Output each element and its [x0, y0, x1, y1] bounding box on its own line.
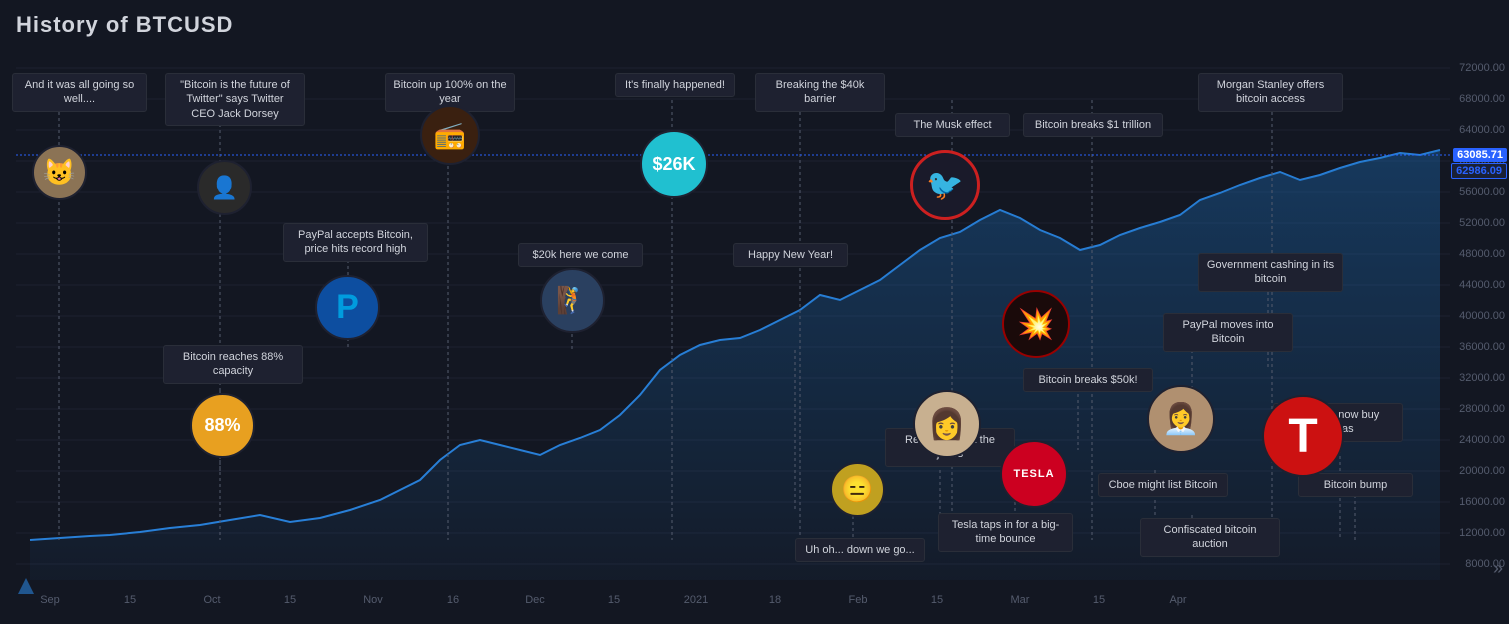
circle-icon-cat: 😺 [32, 145, 87, 200]
circle-icon-88pct: 88% [190, 393, 255, 458]
y-label-36k: 36000.00 [1459, 341, 1505, 353]
nav-arrow-right[interactable]: » [1493, 558, 1503, 579]
annotation-happy-new-year: Happy New Year! [733, 243, 848, 267]
annotation-40k: Breaking the $40k barrier [755, 73, 885, 112]
circle-icon-tesla-logo: TESLA [1000, 440, 1068, 508]
annotation-paypal-into: PayPal moves into Bitcoin [1163, 313, 1293, 352]
x-label-15b: 15 [284, 594, 296, 606]
x-label-oct: Oct [203, 594, 220, 606]
x-label-15c: 15 [608, 594, 620, 606]
annotation-tesla-bounce: Tesla taps in for a big-time bounce [938, 513, 1073, 552]
chart-container: History of BTCUSD [0, 0, 1509, 624]
tradingview-watermark [16, 576, 36, 596]
x-label-16: 16 [447, 594, 459, 606]
y-label-20k: 20000.00 [1459, 465, 1505, 477]
x-label-2021: 2021 [684, 594, 708, 606]
annotation-50k: Bitcoin breaks $50k! [1023, 368, 1153, 392]
annotation-cboe: Cboe might list Bitcoin [1098, 473, 1228, 497]
annotation-1-trillion: Bitcoin breaks $1 trillion [1023, 113, 1163, 137]
annotation-bitcoin-bump: Bitcoin bump [1298, 473, 1413, 497]
annotation-morgan-stanley: Morgan Stanley offers bitcoin access [1198, 73, 1343, 112]
current-price-low: 62986.09 [1451, 163, 1507, 179]
x-label-sep: Sep [40, 594, 60, 606]
y-label-72k: 72000.00 [1459, 62, 1505, 74]
annotation-down-we-go: Uh oh... down we go... [795, 538, 925, 562]
circle-icon-woman: 👩‍💼 [1147, 385, 1215, 453]
x-label-nov: Nov [363, 594, 383, 606]
y-label-12k: 12000.00 [1459, 527, 1505, 539]
circle-icon-26k: $26K [640, 130, 708, 198]
x-label-18: 18 [769, 594, 781, 606]
y-label-68k: 68000.00 [1459, 93, 1505, 105]
y-label-32k: 32000.00 [1459, 372, 1505, 384]
y-label-24k: 24000.00 [1459, 434, 1505, 446]
y-label-40k: 40000.00 [1459, 310, 1505, 322]
annotation-musk-effect: The Musk effect [895, 113, 1010, 137]
x-label-feb: Feb [849, 594, 868, 606]
y-label-64k: 64000.00 [1459, 124, 1505, 136]
y-label-52k: 52000.00 [1459, 217, 1505, 229]
circle-icon-tesla-t: T [1262, 395, 1344, 477]
circle-icon-radio: 📻 [420, 105, 480, 165]
x-label-15a: 15 [124, 594, 136, 606]
annotation-confiscated: Confiscated bitcoin auction [1140, 518, 1280, 557]
y-label-28k: 28000.00 [1459, 403, 1505, 415]
y-label-56k: 56000.00 [1459, 186, 1505, 198]
circle-icon-paypal: P [315, 275, 380, 340]
y-label-16k: 16000.00 [1459, 496, 1505, 508]
annotation-20k: $20k here we come [518, 243, 643, 267]
circle-icon-twitter: 🐦 [910, 150, 980, 220]
annotation-gov-cashing: Government cashing in its bitcoin [1198, 253, 1343, 292]
y-label-44k: 44000.00 [1459, 279, 1505, 291]
x-label-apr: Apr [1169, 594, 1186, 606]
x-label-mar: Mar [1011, 594, 1030, 606]
circle-icon-paypal-red: 💥 [1002, 290, 1070, 358]
x-label-15d: 15 [931, 594, 943, 606]
annotation-paypal-accepts: PayPal accepts Bitcoin, price hits recor… [283, 223, 428, 262]
x-label-dec: Dec [525, 594, 545, 606]
x-label-15e: 15 [1093, 594, 1105, 606]
circle-icon-climbing: 🧗 [540, 268, 605, 333]
y-label-48k: 48000.00 [1459, 248, 1505, 260]
annotation-finally: It's finally happened! [615, 73, 735, 97]
circle-icon-yellen: 👩 [913, 390, 981, 458]
annotation-going-well: And it was all going so well.... [12, 73, 147, 112]
annotation-88pct: Bitcoin reaches 88% capacity [163, 345, 303, 384]
current-price-high: 63085.71 [1453, 148, 1507, 162]
circle-icon-sad: 😑 [830, 462, 885, 517]
annotation-dorsey: "Bitcoin is the future of Twitter" says … [165, 73, 305, 126]
circle-icon-dorsey: 👤 [197, 160, 252, 215]
